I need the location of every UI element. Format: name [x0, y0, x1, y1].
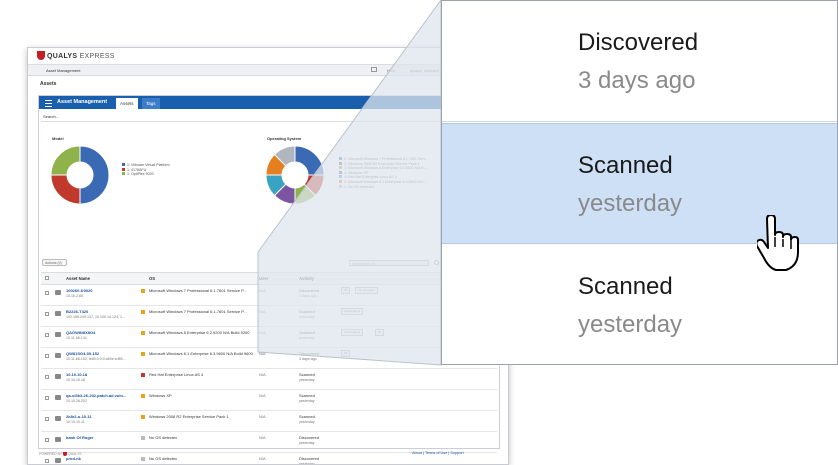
activity-time: yesterday	[578, 190, 683, 217]
zoom-callout: Discovered 3 days ago Scanned yesterday …	[441, 0, 838, 365]
zoom-row: Discovered 3 days ago	[442, 1, 837, 122]
activity-status: Discovered	[578, 29, 699, 56]
activity-time: yesterday	[578, 311, 683, 338]
activity-status: Scanned	[578, 273, 673, 300]
activity-status: Scanned	[578, 152, 673, 179]
hand-cursor-icon	[757, 215, 799, 271]
activity-time: 3 days ago	[578, 67, 696, 94]
